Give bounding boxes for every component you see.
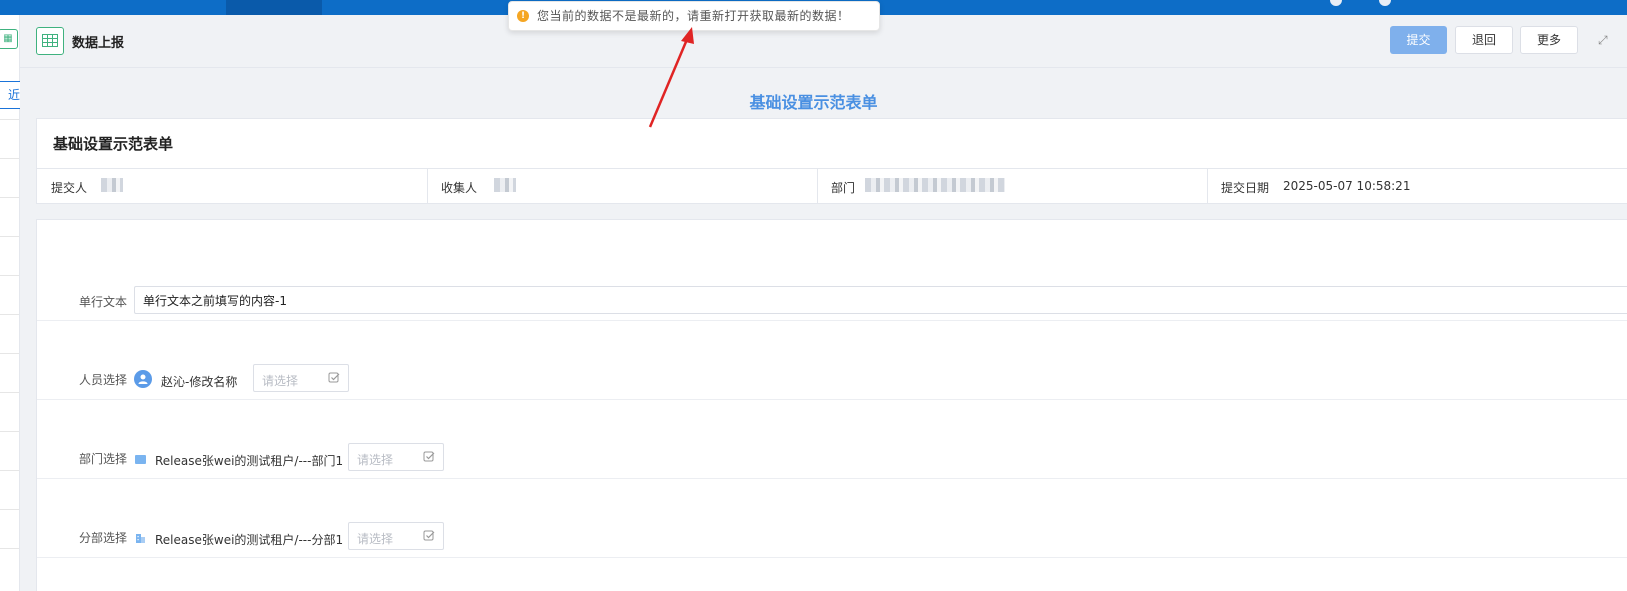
red-annotation-arrow-icon [648,27,694,128]
